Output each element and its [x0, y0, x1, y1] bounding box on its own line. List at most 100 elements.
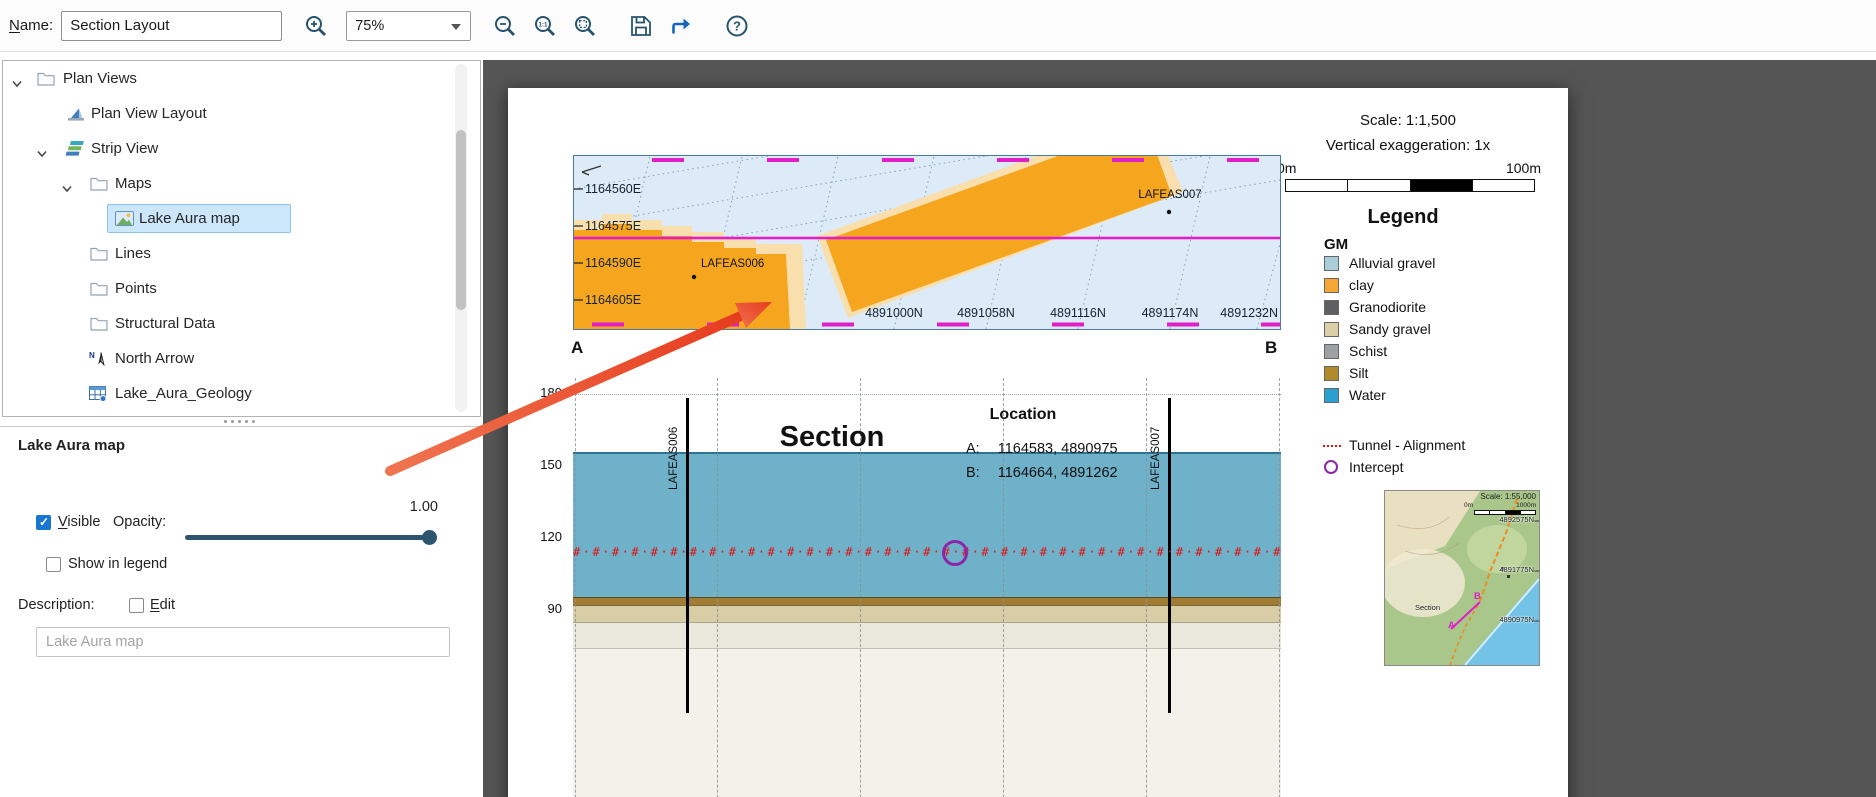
scale-bar: [1285, 179, 1535, 192]
legend-swatch: [1324, 344, 1339, 359]
inset-northing-label: 4890975N: [1499, 615, 1534, 624]
tree-item-plan-view-layout[interactable]: Plan View Layout: [3, 99, 453, 128]
tree-item-plan-views[interactable]: Plan Views: [3, 64, 453, 93]
pale-unit-2: [573, 648, 1281, 797]
silt-unit: [573, 597, 1281, 605]
opacity-label: Opacity:: [113, 514, 166, 530]
inset-endpoint-a: A: [1448, 620, 1455, 631]
easting-label: 1164560E: [585, 182, 641, 196]
elevation-label: 150: [522, 457, 562, 472]
intercept-icon: [1324, 460, 1338, 474]
scalebar-right-label: 100m: [1501, 160, 1541, 176]
zoom-actual-size-button[interactable]: 1:1: [529, 10, 561, 42]
tree-item-points[interactable]: Points: [3, 274, 453, 303]
legend-swatch: [1324, 322, 1339, 337]
tree-item-label: Maps: [115, 169, 152, 198]
tree-item-lines[interactable]: Lines: [3, 239, 453, 268]
opacity-slider-thumb[interactable]: [422, 530, 437, 545]
easting-label: 1164605E: [585, 293, 641, 307]
section-gridline: [1279, 378, 1280, 797]
inset-northing-label: 4892575N: [1499, 515, 1534, 524]
opacity-slider-track[interactable]: [185, 535, 437, 540]
tree-item-structural-data[interactable]: Structural Data: [3, 309, 453, 338]
intercept-marker: [942, 540, 968, 566]
section-gridline: [717, 378, 718, 797]
location-title: Location: [948, 406, 1098, 424]
save-button[interactable]: [625, 10, 657, 42]
chevron-down-icon[interactable]: [11, 75, 23, 93]
tree-scrollbar-thumb[interactable]: [456, 130, 466, 310]
zoom-out-button[interactable]: [489, 10, 521, 42]
legend-tunnel-label: Tunnel - Alignment: [1349, 437, 1465, 453]
panel-splitter[interactable]: [214, 417, 264, 426]
tree-item-lake-aura-geology[interactable]: Lake_Aura_Geology: [3, 379, 453, 408]
layout-name-input[interactable]: [61, 11, 282, 41]
inset-map: Scale: 1:55,000 0m 1000m 4892575N 489177…: [1384, 490, 1540, 666]
tree-scrollbar-track[interactable]: [455, 64, 467, 412]
location-b-label: B:: [966, 465, 980, 481]
name-label: Name:: [9, 17, 53, 34]
drillhole-label: LAFEAS006: [701, 258, 764, 270]
vertical-exaggeration-text: Vertical exaggeration: 1x: [1248, 137, 1568, 154]
tree-item-label: Plan View Layout: [91, 99, 207, 128]
northing-label: 4891000N: [862, 306, 926, 320]
elevation-label: 120: [522, 529, 562, 544]
svg-text:N: N: [89, 351, 95, 360]
location-row-b: B: 1164664, 4891262: [966, 465, 1118, 481]
plan-view-layout-icon: [67, 105, 85, 127]
northing-label: 4891174N: [1138, 306, 1202, 320]
visible-checkbox[interactable]: [36, 515, 51, 530]
inset-northing-label: 4891775N: [1499, 565, 1534, 574]
properties-panel: Lake Aura map 1.00 Visible Opacity: Show…: [0, 426, 482, 797]
description-edit-checkbox[interactable]: [129, 598, 144, 613]
pale-unit-1: [573, 622, 1281, 648]
tree-item-label: Plan Views: [63, 64, 137, 93]
location-a-value: 1164583, 4890975: [998, 441, 1118, 457]
strip-map-graphic: [574, 156, 1280, 329]
easting-label: 1164590E: [585, 256, 641, 270]
help-button[interactable]: ?: [721, 10, 753, 42]
description-label: Description:: [18, 597, 95, 613]
legend-group-title: GM: [1324, 236, 1348, 253]
northing-label: 4891116N: [1046, 306, 1110, 320]
show-in-legend-checkbox[interactable]: [46, 557, 61, 572]
export-button[interactable]: [665, 10, 697, 42]
section-gridline: [575, 378, 576, 797]
chevron-down-icon[interactable]: [36, 145, 48, 163]
folder-icon: [90, 281, 108, 301]
tree-item-label: Structural Data: [115, 309, 215, 338]
legend-swatch: [1324, 388, 1339, 403]
svg-text:?: ?: [733, 18, 741, 33]
tree-item-north-arrow[interactable]: N North Arrow: [3, 344, 453, 373]
zoom-in-button[interactable]: [300, 10, 332, 42]
easting-label: 1164575E: [585, 219, 641, 233]
description-input[interactable]: [36, 627, 450, 657]
layout-tree-panel: Plan Views Plan View Layout Strip View M…: [2, 60, 481, 417]
legend-swatch: [1324, 278, 1339, 293]
tree-item-strip-view[interactable]: Strip View: [3, 134, 453, 163]
elevation-label: 180: [522, 385, 562, 400]
zoom-fit-button[interactable]: [569, 10, 601, 42]
location-row-a: A: 1164583, 4890975: [966, 441, 1118, 457]
tunnel-alignment: #·#·#·#·#·#·#·#·#·#·#·#·#·#·#·#·#·#·#·#·…: [573, 545, 1281, 561]
location-a-label: A:: [966, 441, 980, 457]
description-edit-label: Edit: [150, 597, 175, 613]
layout-page[interactable]: Scale: 1:1,500 Vertical exaggeration: 1x…: [508, 88, 1568, 797]
inset-section-label: Section: [1415, 603, 1440, 612]
elevation-label: 90: [522, 601, 562, 616]
inset-scale-text: Scale: 1:55,000: [1480, 492, 1536, 501]
page-scale-text: Scale: 1:1,500: [1248, 112, 1568, 129]
tree-item-lake-aura-map[interactable]: Lake Aura map: [3, 204, 453, 233]
show-in-legend-label: Show in legend: [68, 556, 167, 572]
drillhole-label: LAFEAS007: [1132, 189, 1208, 201]
section-endpoint-b: B: [1265, 338, 1277, 358]
toolbar: Name: 75% 1:1: [0, 0, 1876, 52]
folder-icon: [90, 176, 108, 196]
legend-item-label: Alluvial gravel: [1349, 255, 1435, 271]
legend-item-label: Water: [1349, 387, 1386, 403]
tunnel-alignment-icon: [1323, 445, 1341, 447]
chevron-down-icon[interactable]: [61, 180, 73, 198]
layout-canvas[interactable]: Scale: 1:1,500 Vertical exaggeration: 1x…: [483, 60, 1876, 797]
zoom-level-select[interactable]: 75%: [346, 11, 471, 41]
tree-item-maps[interactable]: Maps: [3, 169, 453, 198]
